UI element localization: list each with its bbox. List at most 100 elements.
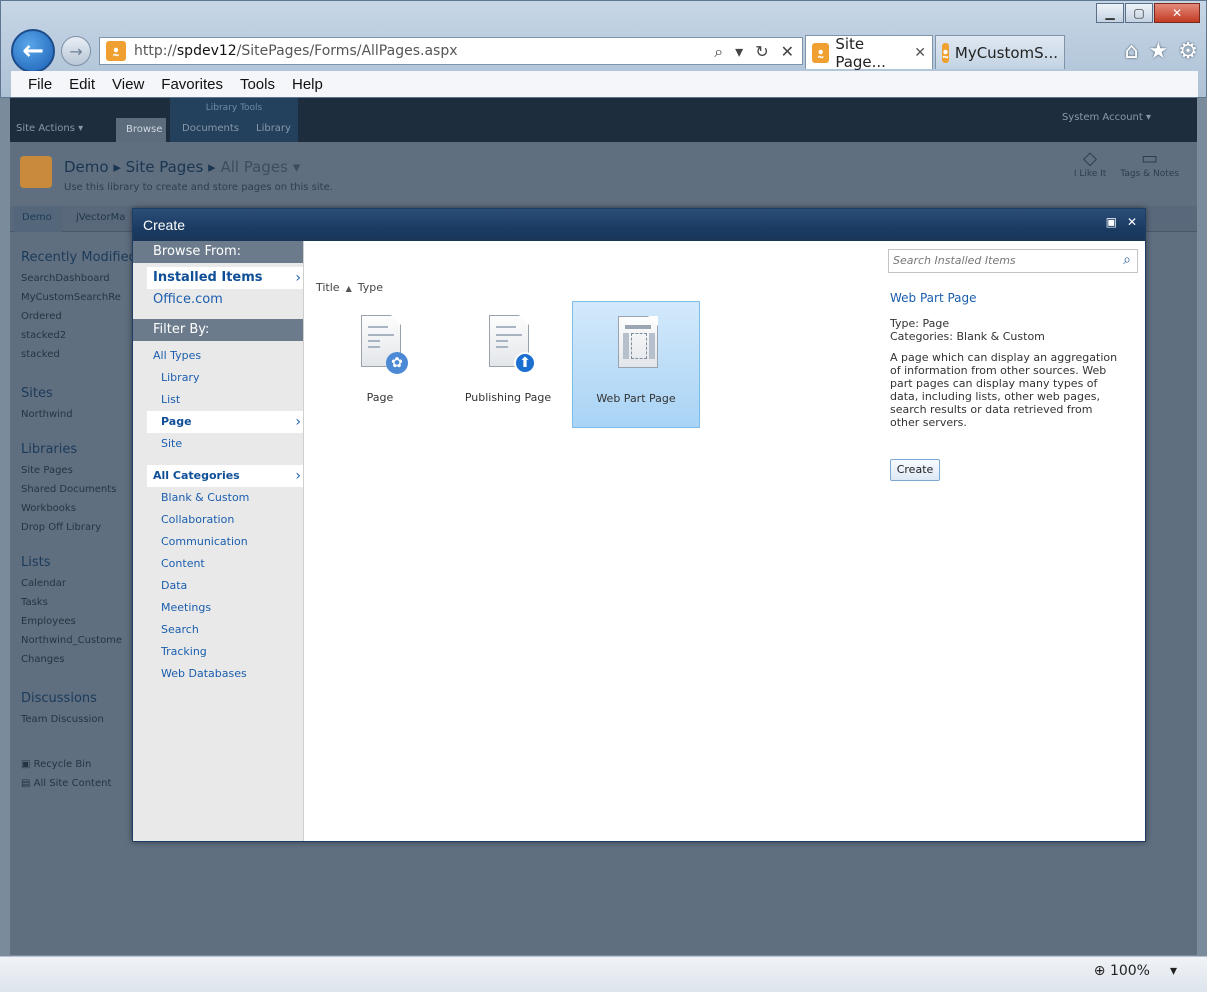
minimize-button[interactable]: ▁ (1096, 3, 1124, 23)
favorites-star-icon[interactable]: ★ (1149, 39, 1169, 64)
search-installed-items-input[interactable]: Search Installed Items ⌕ (888, 249, 1138, 273)
zoom-control[interactable]: ⊕ 100% ▾ (1094, 963, 1177, 979)
filter-category[interactable]: Content (133, 553, 303, 575)
ql-item[interactable]: Northwind (21, 409, 137, 420)
item-label: Page (366, 391, 394, 404)
forward-button[interactable]: → (61, 36, 91, 66)
refresh-icon[interactable]: ↻ (755, 42, 768, 62)
filter-category[interactable]: Communication (133, 531, 303, 553)
menu-favorites[interactable]: Favorites (161, 76, 223, 93)
home-icon[interactable]: ⌂ (1125, 39, 1139, 64)
search-icon[interactable]: ⌕ (714, 42, 723, 62)
filter-type-page[interactable]: Page › (147, 411, 303, 433)
filter-category[interactable]: Search (133, 619, 303, 641)
i-like-it-button[interactable]: ◇ I Like It (1074, 148, 1107, 179)
page-doc-icon: ✿ (361, 315, 408, 374)
breadcrumb-demo[interactable]: Demo (64, 158, 109, 176)
topnav-demo[interactable]: Demo (14, 206, 62, 232)
filter-category[interactable]: Blank & Custom (133, 487, 303, 509)
item-web-part-page[interactable]: Web Part Page (572, 301, 700, 428)
dialog-titlebar: Create ▣ ✕ (133, 209, 1145, 241)
gear-icon[interactable]: ⚙ (1178, 39, 1198, 64)
url-prefix: http:// (134, 43, 177, 59)
tab-mycustom[interactable]: ꔸ MyCustomS... (935, 35, 1065, 69)
zoom-icon: ⊕ (1093, 963, 1106, 979)
ql-item[interactable]: Site Pages (21, 465, 137, 476)
ql-item[interactable]: Tasks (21, 597, 137, 608)
tags-notes-button[interactable]: ▭ Tags & Notes (1120, 148, 1179, 179)
filter-pane: Browse From: Installed Items › Office.com… (133, 241, 304, 841)
ribbon-tab-library[interactable]: Library (256, 123, 291, 134)
ql-item[interactable]: MyCustomSearchRe (21, 292, 137, 303)
ql-item[interactable]: SearchDashboard (21, 273, 137, 284)
ql-heading-recent[interactable]: Recently Modified (21, 250, 137, 265)
create-button[interactable]: Create (890, 459, 940, 481)
stop-icon[interactable]: ✕ (781, 42, 794, 62)
all-site-content-link[interactable]: ▤ All Site Content (21, 778, 137, 789)
menu-tools[interactable]: Tools (240, 76, 275, 93)
ql-heading-sites[interactable]: Sites (21, 386, 137, 401)
breadcrumb-all-pages[interactable]: All Pages ▾ (220, 158, 300, 176)
browse-from-heading: Browse From: (133, 241, 303, 263)
ql-item[interactable]: stacked2 (21, 330, 137, 341)
menu-view[interactable]: View (112, 76, 144, 93)
ql-item[interactable]: Northwind_Custome (21, 635, 137, 646)
page-description: Use this library to create and store pag… (64, 182, 333, 193)
ql-item[interactable]: Changes (21, 654, 137, 665)
ql-item[interactable]: Calendar (21, 578, 137, 589)
filter-type-site[interactable]: Site (133, 433, 303, 455)
menu-edit[interactable]: Edit (69, 76, 95, 93)
item-page[interactable]: ✿ Page (316, 301, 444, 428)
filter-category[interactable]: Meetings (133, 597, 303, 619)
breadcrumb-site-pages[interactable]: Site Pages (126, 158, 204, 176)
ql-item[interactable]: Ordered (21, 311, 137, 322)
sort-type[interactable]: Type (358, 281, 383, 294)
zoom-dropdown-icon[interactable]: ▾ (1170, 963, 1177, 979)
recycle-bin-link[interactable]: ▣ Recycle Bin (21, 759, 137, 770)
ql-item[interactable]: Shared Documents (21, 484, 137, 495)
sort-title[interactable]: Title (316, 281, 340, 294)
installed-items-link[interactable]: Installed Items › (147, 267, 303, 289)
maximize-dialog-icon[interactable]: ▣ (1106, 215, 1117, 229)
filter-category[interactable]: Web Databases (133, 663, 303, 685)
ql-heading-lists[interactable]: Lists (21, 555, 137, 570)
search-icon[interactable]: ⌕ (1123, 252, 1131, 268)
tab-site-pages[interactable]: ꔸ Site Page... ✕ (805, 35, 933, 71)
close-tab-icon[interactable]: ✕ (914, 45, 926, 61)
upload-arrow-icon: ⬆ (514, 352, 536, 374)
ql-item[interactable]: Employees (21, 616, 137, 627)
office-com-link[interactable]: Office.com (133, 289, 303, 311)
filter-category[interactable]: Collaboration (133, 509, 303, 531)
filter-type-list[interactable]: List (133, 389, 303, 411)
item-publishing-page[interactable]: ⬆ Publishing Page (444, 301, 572, 428)
filter-category[interactable]: Data (133, 575, 303, 597)
ql-item[interactable]: stacked (21, 349, 137, 360)
close-window-button[interactable]: ✕ (1154, 3, 1200, 23)
ql-heading-discussions[interactable]: Discussions (21, 691, 137, 706)
close-dialog-icon[interactable]: ✕ (1127, 215, 1137, 229)
chevron-right-icon: › (295, 270, 301, 286)
ql-item[interactable]: Workbooks (21, 503, 137, 514)
dropdown-icon[interactable]: ▾ (735, 42, 743, 62)
menu-file[interactable]: File (28, 76, 52, 93)
maximize-button[interactable]: ▢ (1125, 3, 1153, 23)
ribbon-tab-browse[interactable]: Browse (116, 118, 166, 142)
ql-item[interactable]: Drop Off Library (21, 522, 137, 533)
filter-type-library[interactable]: Library (133, 367, 303, 389)
dialog-title: Create (143, 217, 186, 233)
create-dialog: Create ▣ ✕ Browse From: Installed Items ›… (132, 208, 1146, 842)
filter-all-categories[interactable]: All Categories › (147, 465, 303, 487)
site-favicon-icon: ꔸ (942, 42, 949, 63)
filter-all-types[interactable]: All Types (133, 345, 303, 367)
ql-item[interactable]: Team Discussion (21, 714, 137, 725)
menu-help[interactable]: Help (292, 76, 323, 93)
topnav-jvectormap[interactable]: jVectorMa (76, 212, 125, 223)
ql-heading-libraries[interactable]: Libraries (21, 442, 137, 457)
address-bar[interactable]: ꔸ http://spdev12/SitePages/Forms/AllPage… (99, 37, 803, 65)
detail-meta: Type: Page Categories: Blank & Custom (890, 317, 1045, 343)
ribbon-tab-documents[interactable]: Documents (182, 123, 239, 134)
back-button[interactable]: ← (11, 29, 55, 73)
site-actions-menu[interactable]: Site Actions ▾ (16, 123, 83, 134)
account-menu[interactable]: System Account ▾ (1062, 112, 1151, 123)
filter-category[interactable]: Tracking (133, 641, 303, 663)
